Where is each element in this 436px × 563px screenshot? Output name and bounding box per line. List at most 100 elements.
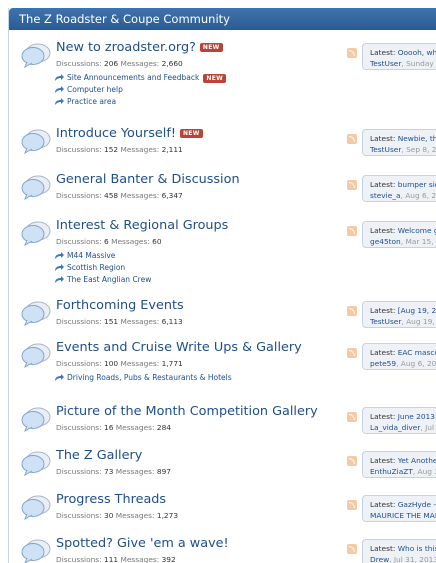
forum-title-link[interactable]: General Banter & Discussion bbox=[56, 172, 240, 187]
latest-date: , Sep 8, 2 bbox=[401, 145, 436, 154]
subforum-link[interactable]: Driving Roads, Pubs & Restaurants & Hote… bbox=[55, 373, 232, 382]
forum-title-link[interactable]: Forthcoming Events bbox=[56, 298, 184, 313]
forum-row: New to zroadster.org? NEW Discussions: 20… bbox=[9, 30, 436, 117]
new-badge: NEW bbox=[179, 129, 203, 138]
forum-title-link[interactable]: Interest & Regional Groups bbox=[56, 218, 228, 233]
rss-icon[interactable] bbox=[347, 180, 357, 190]
subforum-link[interactable]: The East Anglian Crew bbox=[55, 275, 151, 284]
latest-post-box: Latest: [Aug 19, 20 TestUser, Aug 19, 2 bbox=[362, 301, 436, 328]
latest-user-link[interactable]: ge45ton bbox=[370, 237, 401, 246]
rss-icon[interactable] bbox=[347, 412, 357, 422]
speech-bubble-icon bbox=[21, 450, 51, 477]
latest-post-box: Latest: Newbie, th TestUser, Sep 8, 2 bbox=[362, 129, 436, 156]
latest-date: , Aug 6, 2 bbox=[400, 191, 436, 200]
forum-stats: Discussions: 458 Messages: 6,347 bbox=[56, 191, 183, 200]
rss-icon[interactable] bbox=[347, 48, 357, 58]
latest-date: , Aug 3 bbox=[412, 467, 436, 476]
latest-post-box: Latest: EAC masco pete59, Aug 6, 201 bbox=[362, 343, 436, 370]
arrow-icon bbox=[54, 251, 65, 260]
subforum-link[interactable]: Site Announcements and Feedback NEW bbox=[55, 73, 227, 83]
forum-stats: Discussions: 111 Messages: 392 bbox=[56, 555, 176, 563]
rss-icon[interactable] bbox=[347, 544, 357, 554]
forum-row: Introduce Yourself! NEW Discussions: 152 … bbox=[9, 116, 436, 163]
latest-user-link[interactable]: stevie_a bbox=[370, 191, 401, 200]
forum-stats: Discussions: 100 Messages: 1,771 bbox=[56, 359, 183, 368]
forum-row: Progress Threads Discussions: 30 Message… bbox=[9, 482, 436, 527]
latest-user-link[interactable]: pete59 bbox=[370, 359, 396, 368]
speech-bubble-icon bbox=[21, 174, 51, 201]
new-badge: NEW bbox=[199, 43, 223, 52]
subforum-link[interactable]: Practice area bbox=[55, 97, 116, 106]
arrow-icon bbox=[54, 263, 65, 272]
rss-icon[interactable] bbox=[347, 306, 357, 316]
forum-stats: Discussions: 151 Messages: 6,113 bbox=[56, 317, 183, 326]
latest-user-link[interactable]: TestUser bbox=[370, 59, 401, 68]
latest-user-link[interactable]: TestUser bbox=[370, 317, 401, 326]
latest-user-link[interactable]: MAURICE THE MAR bbox=[370, 511, 436, 520]
arrow-icon bbox=[54, 73, 65, 82]
speech-bubble-icon bbox=[21, 494, 51, 521]
subforum-link[interactable]: M44 Massive bbox=[55, 251, 115, 260]
speech-bubble-icon bbox=[21, 128, 51, 155]
forum-stats: Discussions: 6 Messages: 60 bbox=[56, 237, 162, 246]
forum-list: The Z Roadster & Coupe Community New to … bbox=[8, 8, 436, 563]
speech-bubble-icon bbox=[21, 220, 51, 247]
latest-date: , Jul bbox=[420, 423, 435, 432]
forum-stats: Discussions: 206 Messages: 2,660 bbox=[56, 59, 183, 68]
forum-row: Picture of the Month Competition Gallery… bbox=[9, 394, 436, 439]
latest-user-link[interactable]: EnthuZiaZT bbox=[370, 467, 413, 476]
speech-bubble-icon bbox=[21, 342, 51, 369]
forum-row: Spotted? Give 'em a wave! Discussions: 1… bbox=[9, 526, 436, 563]
latest-date: , Sunday a bbox=[401, 59, 436, 68]
latest-user-link[interactable]: La_vida_diver bbox=[370, 423, 420, 432]
forum-row: General Banter & Discussion Discussions:… bbox=[9, 162, 436, 209]
latest-user-link[interactable]: Drew bbox=[370, 555, 389, 563]
category-header[interactable]: The Z Roadster & Coupe Community bbox=[9, 8, 436, 30]
forum-title-link[interactable]: New to zroadster.org? NEW bbox=[56, 40, 223, 55]
latest-thread-link[interactable]: [Aug 19, 20 bbox=[398, 306, 436, 315]
new-badge: NEW bbox=[203, 73, 227, 83]
latest-thread-link[interactable]: Who is this bbox=[398, 544, 436, 553]
latest-post-box: Latest: Who is this Drew, Jul 31, 2013 bbox=[362, 539, 436, 563]
latest-thread-link[interactable]: Newbie, th bbox=[398, 134, 436, 143]
latest-post-box: Latest: GazHyde - MAURICE THE MAR bbox=[362, 495, 436, 522]
forum-title-link[interactable]: Picture of the Month Competition Gallery bbox=[56, 404, 318, 419]
latest-date: , Aug 19, 2 bbox=[401, 317, 436, 326]
arrow-icon bbox=[54, 85, 65, 94]
rss-icon[interactable] bbox=[347, 134, 357, 144]
rss-icon[interactable] bbox=[347, 348, 357, 358]
latest-date: , Aug 6, 201 bbox=[396, 359, 436, 368]
forum-row: Forthcoming Events Discussions: 151 Mess… bbox=[9, 288, 436, 331]
forum-stats: Discussions: 30 Messages: 1,273 bbox=[56, 511, 179, 520]
forum-title-link[interactable]: Spotted? Give 'em a wave! bbox=[56, 536, 229, 551]
latest-date: , Mar 15, 2 bbox=[400, 237, 436, 246]
arrow-icon bbox=[54, 97, 65, 106]
forum-title-link[interactable]: The Z Gallery bbox=[56, 448, 142, 463]
latest-user-link[interactable]: TestUser bbox=[370, 145, 401, 154]
latest-thread-link[interactable]: EAC masco bbox=[398, 348, 436, 357]
forum-row: Events and Cruise Write Ups & Gallery Di… bbox=[9, 330, 436, 395]
rss-icon[interactable] bbox=[347, 226, 357, 236]
latest-thread-link[interactable]: bumper sid bbox=[398, 180, 436, 189]
latest-thread-link[interactable]: Ooooh, wh bbox=[398, 48, 436, 57]
forum-row: The Z Gallery Discussions: 73 Messages: … bbox=[9, 438, 436, 483]
speech-bubble-icon bbox=[21, 538, 51, 563]
subforum-link[interactable]: Computer help bbox=[55, 85, 123, 94]
rss-icon[interactable] bbox=[347, 456, 357, 466]
latest-post-box: Latest: June 2013 La_vida_diver, Jul bbox=[362, 407, 436, 434]
forum-title-link[interactable]: Events and Cruise Write Ups & Gallery bbox=[56, 340, 302, 355]
latest-date: , Jul 31, 2013 bbox=[389, 555, 436, 563]
latest-thread-link[interactable]: June 2013 bbox=[398, 412, 435, 421]
forum-title-link[interactable]: Progress Threads bbox=[56, 492, 166, 507]
forum-stats: Discussions: 16 Messages: 284 bbox=[56, 423, 171, 432]
subforum-link[interactable]: Scottish Region bbox=[55, 263, 125, 272]
forum-stats: Discussions: 152 Messages: 2,111 bbox=[56, 145, 183, 154]
latest-thread-link[interactable]: Yet Anothe bbox=[398, 456, 436, 465]
latest-post-box: Latest: Welcome g ge45ton, Mar 15, 2 bbox=[362, 221, 436, 248]
rss-icon[interactable] bbox=[347, 500, 357, 510]
latest-thread-link[interactable]: GazHyde - bbox=[398, 500, 436, 509]
latest-post-box: Latest: Yet Anothe EnthuZiaZT, Aug 3 bbox=[362, 451, 436, 478]
forum-title-link[interactable]: Introduce Yourself! NEW bbox=[56, 126, 203, 141]
latest-post-box: Latest: bumper sid stevie_a, Aug 6, 2 bbox=[362, 175, 436, 202]
latest-thread-link[interactable]: Welcome g bbox=[398, 226, 436, 235]
